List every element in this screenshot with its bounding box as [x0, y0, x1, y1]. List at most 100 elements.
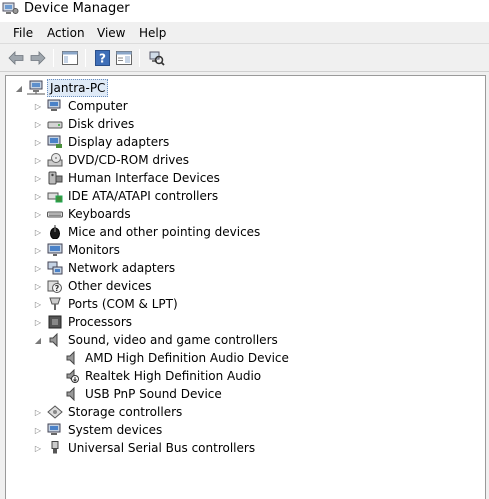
tree-item-monitors[interactable]: ▷ Monitors: [33, 241, 122, 259]
properties-icon[interactable]: [114, 48, 134, 68]
menu-file[interactable]: File: [11, 22, 35, 44]
expand-icon[interactable]: ▷: [33, 439, 43, 457]
menu-view[interactable]: View: [95, 22, 127, 44]
tree-item-label[interactable]: Disk drives: [66, 115, 136, 133]
collapse-icon[interactable]: ◢: [33, 331, 43, 349]
expand-icon[interactable]: ▷: [33, 421, 43, 439]
tree-item-display-adapters[interactable]: ▷ Display adapters: [33, 133, 171, 151]
tree-root-label[interactable]: Jantra-PC: [47, 79, 109, 97]
tree-device-realtek-audio[interactable]: Realtek High Definition Audio: [63, 367, 263, 385]
display-adapter-icon: [46, 134, 64, 150]
tree-item-label[interactable]: Processors: [66, 313, 134, 331]
tree-item-label[interactable]: Storage controllers: [66, 403, 184, 421]
device-manager-app-icon: [2, 2, 19, 16]
device-label[interactable]: AMD High Definition Audio Device: [83, 349, 291, 367]
window-title: Device Manager: [24, 1, 130, 16]
speaker-icon: [63, 350, 81, 366]
tree-item-ports[interactable]: ▷ Ports (COM & LPT): [33, 295, 180, 313]
tree-device-usb-pnp-sound[interactable]: USB PnP Sound Device: [63, 385, 224, 403]
expand-icon[interactable]: ▷: [33, 187, 43, 205]
storage-controller-icon: [46, 404, 64, 420]
tree-item-label[interactable]: Ports (COM & LPT): [66, 295, 180, 313]
tree-item-storage-controllers[interactable]: ▷ Storage controllers: [33, 403, 184, 421]
system-device-icon: [46, 422, 64, 438]
expand-icon[interactable]: ▷: [33, 223, 43, 241]
tree-item-label[interactable]: Human Interface Devices: [66, 169, 222, 187]
tree-item-label[interactable]: Monitors: [66, 241, 122, 259]
mouse-icon: [46, 224, 64, 240]
svg-text:?: ?: [55, 284, 60, 293]
scan-hardware-icon[interactable]: [146, 48, 166, 68]
tree-item-label[interactable]: Universal Serial Bus controllers: [66, 439, 257, 457]
speaker-icon: [63, 386, 81, 402]
expand-icon[interactable]: ▷: [33, 115, 43, 133]
tree-item-label[interactable]: Sound, video and game controllers: [66, 331, 280, 349]
disabled-speaker-icon: [63, 368, 81, 384]
tree-item-network-adapters[interactable]: ▷ Network adapters: [33, 259, 177, 277]
tree-item-sound-video-game-controllers[interactable]: ◢ Sound, video and game controllers: [33, 331, 280, 349]
port-icon: [46, 296, 64, 312]
tree-item-system-devices[interactable]: ▷ System devices: [33, 421, 164, 439]
device-label[interactable]: USB PnP Sound Device: [83, 385, 224, 403]
tree-root-row[interactable]: ◢ Jantra-PC: [14, 79, 109, 97]
usb-icon: [46, 440, 64, 456]
tree-item-ide-ata-atapi-controllers[interactable]: ▷ IDE ATA/ATAPI controllers: [33, 187, 220, 205]
tree-item-label[interactable]: System devices: [66, 421, 164, 439]
tree-item-disk-drives[interactable]: ▷ Disk drives: [33, 115, 136, 133]
unknown-device-icon: ?: [46, 278, 64, 294]
device-label[interactable]: Realtek High Definition Audio: [83, 367, 263, 385]
toolbar-separator: [53, 49, 54, 67]
tree-item-label[interactable]: Other devices: [66, 277, 154, 295]
expand-icon[interactable]: ▷: [33, 295, 43, 313]
expand-icon[interactable]: ▷: [33, 313, 43, 331]
expand-icon[interactable]: ▷: [33, 151, 43, 169]
tree-item-label[interactable]: Computer: [66, 97, 130, 115]
tree-item-keyboards[interactable]: ▷ Keyboards: [33, 205, 133, 223]
forward-icon[interactable]: [28, 48, 48, 68]
tree-item-processors[interactable]: ▷ Processors: [33, 313, 134, 331]
show-hide-console-tree-icon[interactable]: [60, 48, 80, 68]
tree-item-label[interactable]: Network adapters: [66, 259, 177, 277]
svg-text:?: ?: [99, 52, 106, 66]
menu-help[interactable]: Help: [137, 22, 168, 44]
toolbar-separator: [139, 49, 140, 67]
computer-icon: [46, 98, 64, 114]
content-area: ◢ Jantra-PC ▷ Computer ▷ Disk drives ▷ D…: [0, 72, 489, 499]
back-icon[interactable]: [6, 48, 26, 68]
tree-item-label[interactable]: Keyboards: [66, 205, 133, 223]
dvd-drive-icon: [46, 152, 64, 168]
tree-item-label[interactable]: Display adapters: [66, 133, 171, 151]
collapse-icon[interactable]: ◢: [14, 79, 24, 97]
help-icon[interactable]: ?: [92, 48, 112, 68]
toolbar-separator: [85, 49, 86, 67]
expand-icon[interactable]: ▷: [33, 259, 43, 277]
menu-action[interactable]: Action: [45, 22, 87, 44]
expand-icon[interactable]: ▷: [33, 277, 43, 295]
toolbar: ?: [0, 44, 489, 72]
expand-icon[interactable]: ▷: [33, 97, 43, 115]
ide-controller-icon: [46, 188, 64, 204]
keyboard-icon: [46, 206, 64, 222]
tree-item-label[interactable]: IDE ATA/ATAPI controllers: [66, 187, 220, 205]
tree-item-usb-controllers[interactable]: ▷ Universal Serial Bus controllers: [33, 439, 257, 457]
device-tree[interactable]: ◢ Jantra-PC ▷ Computer ▷ Disk drives ▷ D…: [5, 75, 486, 499]
menu-bar: File Action View Help: [0, 22, 489, 44]
tree-device-amd-audio[interactable]: AMD High Definition Audio Device: [63, 349, 291, 367]
tree-item-dvd-cd-rom-drives[interactable]: ▷ DVD/CD-ROM drives: [33, 151, 191, 169]
expand-icon[interactable]: ▷: [33, 133, 43, 151]
expand-icon[interactable]: ▷: [33, 169, 43, 187]
title-bar: Device Manager: [0, 0, 489, 22]
network-adapter-icon: [46, 260, 64, 276]
hid-icon: [46, 170, 64, 186]
tree-item-computer[interactable]: ▷ Computer: [33, 97, 130, 115]
tree-item-other-devices[interactable]: ▷ ? Other devices: [33, 277, 154, 295]
monitor-icon: [46, 242, 64, 258]
expand-icon[interactable]: ▷: [33, 403, 43, 421]
expand-icon[interactable]: ▷: [33, 241, 43, 259]
speaker-icon: [46, 332, 64, 348]
tree-item-human-interface-devices[interactable]: ▷ Human Interface Devices: [33, 169, 222, 187]
tree-item-mice[interactable]: ▷ Mice and other pointing devices: [33, 223, 262, 241]
tree-item-label[interactable]: DVD/CD-ROM drives: [66, 151, 191, 169]
expand-icon[interactable]: ▷: [33, 205, 43, 223]
tree-item-label[interactable]: Mice and other pointing devices: [66, 223, 262, 241]
